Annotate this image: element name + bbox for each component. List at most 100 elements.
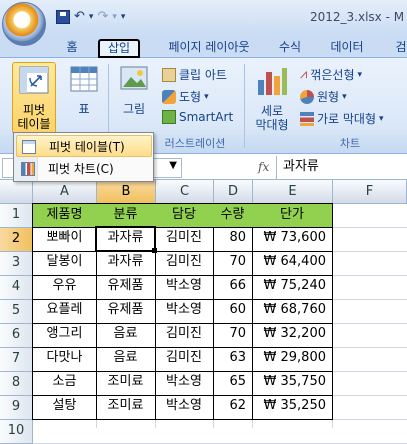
table-cell[interactable]: 70 <box>213 323 253 348</box>
row-header-1[interactable]: 1 <box>0 204 33 228</box>
table-header-cell[interactable]: 단가 <box>252 203 333 228</box>
table-button[interactable]: 표 <box>64 64 104 124</box>
table-header-cell[interactable]: 수량 <box>213 203 253 228</box>
office-button[interactable] <box>2 2 46 46</box>
column-header-e[interactable]: E <box>253 180 333 204</box>
table-cell[interactable]: ₩ 75,240 <box>252 275 333 300</box>
chevron-down-icon: ▾ <box>357 69 363 80</box>
table-cell[interactable]: 소금 <box>32 371 97 396</box>
pie-chart-button[interactable]: 원형 ▾ <box>300 88 347 105</box>
column-header-f[interactable]: F <box>333 180 407 204</box>
table-cell[interactable]: 김미진 <box>155 251 214 276</box>
table-cell[interactable]: 조미료 <box>96 395 156 420</box>
row-header-5[interactable]: 5 <box>0 300 33 324</box>
tab-page-layout[interactable]: 페이지 레이아웃 <box>150 39 268 58</box>
row-header-10[interactable]: 10 <box>0 420 33 444</box>
table-cell[interactable]: 70 <box>213 251 253 276</box>
row-header-8[interactable]: 8 <box>0 372 33 396</box>
table-cell[interactable]: 음료 <box>96 323 156 348</box>
table-cell[interactable]: 63 <box>213 347 253 372</box>
table-cell[interactable]: 뽀빠이 <box>32 227 97 252</box>
table-cell[interactable]: 김미진 <box>155 227 214 252</box>
menu-item-pivot-table[interactable]: 피벗 테이블(T) <box>16 135 152 157</box>
save-icon[interactable] <box>56 9 70 24</box>
table-cell[interactable]: 우유 <box>32 275 97 300</box>
table-cell[interactable]: 66 <box>213 275 253 300</box>
fill-handle[interactable] <box>152 248 157 253</box>
chevron-down-icon[interactable]: ▼ <box>169 160 177 171</box>
shapes-button[interactable]: 도형 ▾ <box>162 88 209 105</box>
table-cell[interactable]: ₩ 32,200 <box>252 323 333 348</box>
row-header-9[interactable]: 9 <box>0 396 33 420</box>
undo-icon[interactable]: ↶ <box>74 9 85 24</box>
column-header-c[interactable]: C <box>156 180 214 204</box>
charts-group-label: 차트 <box>339 137 361 150</box>
menu-item-pivot-table-label: 피벗 테이블(T) <box>49 140 125 154</box>
table-cell[interactable]: 유제품 <box>96 275 156 300</box>
row-header-3[interactable]: 3 <box>0 252 33 276</box>
ribbon-tabs: 홈 삽입 페이지 레이아웃 수식 데이터 검 <box>0 36 407 58</box>
clipart-icon <box>162 67 176 82</box>
table-header-cell[interactable]: 담당 <box>155 203 214 228</box>
table-cell[interactable]: 조미료 <box>96 371 156 396</box>
fx-icon[interactable]: fx <box>258 160 269 174</box>
column-header-d[interactable]: D <box>214 180 253 204</box>
table-cell[interactable]: 박소영 <box>155 299 214 324</box>
table-header-cell[interactable]: 분류 <box>96 203 156 228</box>
chevron-down-icon: ▾ <box>204 91 209 102</box>
tab-formulas[interactable]: 수식 <box>270 39 310 58</box>
row-header-2[interactable]: 2 <box>0 228 33 252</box>
pivot-table-button[interactable]: 피벗 테이블 <box>12 62 56 134</box>
table-cell[interactable]: 앵그리 <box>32 323 97 348</box>
table-cell[interactable]: 음료 <box>96 347 156 372</box>
column-chart-button[interactable]: 세로 막대형 <box>248 64 296 134</box>
table-cell[interactable]: 박소영 <box>155 275 214 300</box>
table-cell[interactable]: 박소영 <box>155 395 214 420</box>
table-cell[interactable]: ₩ 35,250 <box>252 395 333 420</box>
table-cell[interactable]: 62 <box>213 395 253 420</box>
column-header-b[interactable]: B <box>97 180 156 204</box>
row-header-6[interactable]: 6 <box>0 324 33 348</box>
tab-insert[interactable]: 삽입 <box>98 39 140 58</box>
table-cell[interactable]: 65 <box>213 371 253 396</box>
table-cell[interactable]: 김미진 <box>155 323 214 348</box>
table-cell[interactable]: 다맛나 <box>32 347 97 372</box>
table-cell[interactable]: ₩ 68,760 <box>252 299 333 324</box>
bar-chart-label: 가로 막대형 <box>317 112 377 126</box>
table-cell[interactable]: 60 <box>213 299 253 324</box>
column-header-a[interactable]: A <box>33 180 97 204</box>
customize-qat-icon[interactable]: ▾ <box>121 12 126 22</box>
column-chart-label-1: 세로 <box>260 104 284 118</box>
table-cell[interactable]: ₩ 29,800 <box>252 347 333 372</box>
table-cell[interactable]: 설탕 <box>32 395 97 420</box>
tab-review[interactable]: 검 <box>386 39 407 58</box>
smartart-label: SmartArt <box>179 110 234 124</box>
table-cell[interactable]: 박소영 <box>155 371 214 396</box>
table-cell[interactable]: 유제품 <box>96 299 156 324</box>
line-chart-button[interactable]: ⩘ 꺾은선형 ▾ <box>300 66 362 83</box>
smartart-button[interactable]: SmartArt <box>162 110 233 124</box>
table-cell[interactable]: 달봉이 <box>32 251 97 276</box>
tab-home[interactable]: 홈 <box>55 39 89 58</box>
tab-data[interactable]: 데이터 <box>322 39 372 58</box>
table-cell[interactable]: ₩ 64,400 <box>252 251 333 276</box>
table-cell[interactable]: 과자류 <box>96 227 156 252</box>
row-header-4[interactable]: 4 <box>0 276 33 300</box>
undo-dropdown[interactable]: ▾ <box>89 12 94 22</box>
table-cell[interactable]: 과자류 <box>96 251 156 276</box>
table-cell[interactable]: ₩ 73,600 <box>252 227 333 252</box>
table-cell[interactable]: 김미진 <box>155 347 214 372</box>
menu-item-pivot-chart[interactable]: 피벗 차트(C) <box>16 158 152 180</box>
formula-input[interactable]: 과자류 <box>276 156 407 180</box>
table-cell[interactable]: 요플레 <box>32 299 97 324</box>
row-header-7[interactable]: 7 <box>0 348 33 372</box>
table-header-cell[interactable]: 제품명 <box>32 203 97 228</box>
redo-icon[interactable]: ↷ <box>97 9 108 24</box>
select-all-corner[interactable] <box>0 180 33 204</box>
table-cell[interactable]: ₩ 35,750 <box>252 371 333 396</box>
table-cell[interactable]: 80 <box>213 227 253 252</box>
picture-button[interactable]: 그림 <box>114 64 154 124</box>
redo-dropdown[interactable]: ▾ <box>112 12 117 22</box>
clipart-button[interactable]: 클립 아트 <box>162 66 227 83</box>
bar-chart-button[interactable]: 가로 막대형 ▾ <box>300 110 384 127</box>
